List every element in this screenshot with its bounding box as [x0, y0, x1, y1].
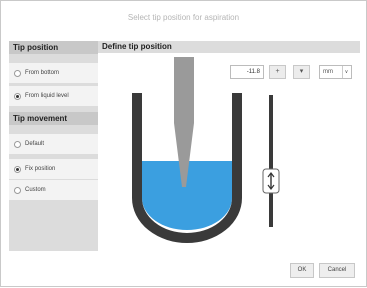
cancel-button[interactable]: Cancel: [319, 263, 355, 278]
dialog-window: Select tip position for aspiration Tip p…: [0, 0, 367, 287]
position-slider-track: [269, 95, 273, 227]
ok-button[interactable]: OK: [290, 263, 314, 278]
position-slider-handle: [262, 168, 280, 194]
tube-illustration: [132, 57, 280, 243]
